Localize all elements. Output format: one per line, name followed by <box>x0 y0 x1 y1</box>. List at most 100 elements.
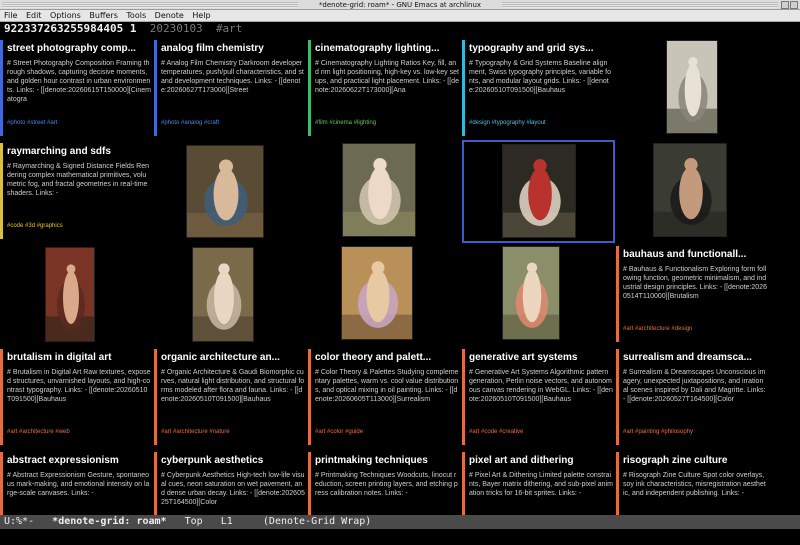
note-title[interactable]: abstract expressionism <box>7 454 151 467</box>
note-card[interactable]: risograph zine culture # Risograph Zine C… <box>616 449 769 515</box>
note-color-bar <box>154 349 157 445</box>
note-title[interactable]: raymarching and sdfs <box>7 145 151 158</box>
note-card[interactable]: brutalism in digital art # Brutalism in D… <box>0 346 153 449</box>
note-title[interactable]: bauhaus and functionall... <box>623 248 767 261</box>
note-tags[interactable]: #art #code #creative <box>469 428 613 437</box>
note-card[interactable]: printmaking techniques # Printmaking Tech… <box>308 449 461 515</box>
painting-thumbnail[interactable] <box>666 40 718 134</box>
note-title[interactable]: risograph zine culture <box>623 454 767 467</box>
image-tile[interactable] <box>308 140 461 243</box>
note-title[interactable]: surrealism and dreamsca... <box>623 351 767 364</box>
note-title[interactable]: brutalism in digital art <box>7 351 151 364</box>
note-title[interactable]: street photography comp... <box>7 42 151 55</box>
painting-image <box>187 146 263 237</box>
image-tile[interactable] <box>154 243 307 346</box>
painting-thumbnail[interactable] <box>341 246 413 340</box>
note-title[interactable]: color theory and palett... <box>315 351 459 364</box>
note-card[interactable]: color theory and palett... # Color Theory… <box>308 346 461 449</box>
image-tile[interactable] <box>0 243 153 346</box>
menu-denote[interactable]: Denote <box>155 11 184 20</box>
note-color-bar <box>462 452 465 515</box>
modeline-status: U:%*- <box>4 516 35 527</box>
note-tags[interactable]: #film #cinema #lighting <box>315 119 459 128</box>
painting-image <box>503 247 559 339</box>
painting-image <box>342 247 412 339</box>
menu-edit[interactable]: Edit <box>26 11 42 20</box>
note-title[interactable]: printmaking techniques <box>315 454 459 467</box>
menu-options[interactable]: Options <box>50 11 81 20</box>
note-card[interactable]: cyberpunk aesthetics # Cyberpunk Aestheti… <box>154 449 307 515</box>
note-excerpt: # Brutalism in Digital Art Raw textures,… <box>7 369 151 403</box>
note-card[interactable]: bauhaus and functionall... # Bauhaus & Fu… <box>616 243 769 346</box>
window-minimize-button[interactable] <box>781 1 789 9</box>
header-tag: #art <box>215 22 243 35</box>
note-excerpt: # Surrealism & Dreamscapes Unconscious i… <box>623 369 766 403</box>
note-card[interactable]: raymarching and sdfs # Raymarching & Sign… <box>0 140 153 243</box>
note-tags[interactable]: #design #typography #layout <box>469 119 613 128</box>
note-tags[interactable]: #code #3d #graphics <box>7 222 151 231</box>
note-card[interactable]: pixel art and dithering # Pixel Art & Dit… <box>462 449 615 515</box>
note-tags[interactable]: #art #painting #philosophy <box>623 428 767 437</box>
painting-thumbnail[interactable] <box>186 145 264 238</box>
note-title[interactable]: cyberpunk aesthetics <box>161 454 305 467</box>
modeline-buffer-name[interactable]: *denote-grid: roam* <box>52 516 166 527</box>
header-line: 922337263255984405 1 20230103 #art <box>0 22 800 36</box>
note-title[interactable]: generative art systems <box>469 351 613 364</box>
note-color-bar <box>0 143 3 239</box>
note-card[interactable]: abstract expressionism # Abstract Express… <box>0 449 153 515</box>
note-excerpt: # Typography & Grid Systems Baseline ali… <box>469 60 612 94</box>
note-card[interactable]: surrealism and dreamsca... # Surrealism &… <box>616 346 769 449</box>
note-card[interactable]: analog film chemistry # Analog Film Chemi… <box>154 37 307 140</box>
note-color-bar <box>616 349 619 445</box>
image-tile[interactable] <box>616 37 769 140</box>
painting-thumbnail[interactable] <box>502 144 576 238</box>
window-close-button[interactable] <box>790 1 798 9</box>
painting-image <box>46 248 94 341</box>
note-tags[interactable]: #art #architecture #nature <box>161 428 305 437</box>
note-title[interactable]: cinematography lighting... <box>315 42 459 55</box>
modeline-major-mode[interactable]: (Denote-Grid Wrap) <box>263 516 371 527</box>
note-tags[interactable]: #photo #analog #craft <box>161 119 305 128</box>
minibuffer[interactable] <box>0 529 800 545</box>
note-title[interactable]: typography and grid sys... <box>469 42 613 55</box>
note-title[interactable]: pixel art and dithering <box>469 454 613 467</box>
note-card[interactable]: typography and grid sys... # Typography &… <box>462 37 615 140</box>
note-tags[interactable]: #art #architecture #design <box>623 325 767 334</box>
note-card[interactable]: organic architecture an... # Organic Arch… <box>154 346 307 449</box>
image-tile[interactable] <box>308 243 461 346</box>
image-tile[interactable] <box>616 140 769 243</box>
note-title[interactable]: organic architecture an... <box>161 351 305 364</box>
note-excerpt: # Raymarching & Signed Distance Fields R… <box>7 163 150 197</box>
painting-thumbnail[interactable] <box>45 247 95 342</box>
note-excerpt: # Cyberpunk Aesthetics High-tech low-lif… <box>161 472 305 506</box>
image-tile[interactable] <box>154 140 307 243</box>
header-note-id: 922337263255984405 1 <box>4 22 137 35</box>
menu-tools[interactable]: Tools <box>126 11 146 20</box>
menu-file[interactable]: File <box>4 11 17 20</box>
painting-thumbnail[interactable] <box>342 143 416 237</box>
modeline-line: L1 <box>220 516 233 527</box>
painting-thumbnail[interactable] <box>653 143 727 237</box>
painting-thumbnail[interactable] <box>192 247 254 342</box>
note-tags[interactable]: #art #color #guide <box>315 428 459 437</box>
note-color-bar <box>308 452 311 515</box>
modeline-position: Top <box>184 516 203 527</box>
painting-image <box>654 144 726 236</box>
image-tile[interactable] <box>462 243 615 346</box>
menu-help[interactable]: Help <box>192 11 210 20</box>
note-color-bar <box>0 40 3 136</box>
note-tags[interactable]: #art #architecture #web <box>7 428 151 437</box>
painting-thumbnail[interactable] <box>502 246 560 340</box>
note-excerpt: # Generative Art Systems Algorithmic pat… <box>469 369 613 403</box>
menu-buffers[interactable]: Buffers <box>89 11 117 20</box>
note-card[interactable]: generative art systems # Generative Art S… <box>462 346 615 449</box>
note-card[interactable]: street photography comp... # Street Photo… <box>0 37 153 140</box>
note-card[interactable]: cinematography lighting... # Cinematograp… <box>308 37 461 140</box>
note-title[interactable]: analog film chemistry <box>161 42 305 55</box>
note-color-bar <box>616 452 619 515</box>
note-color-bar <box>308 40 311 136</box>
note-excerpt: # Abstract Expressionism Gesture, sponta… <box>7 472 150 497</box>
window-titlebar[interactable]: *denote-grid: roam* - GNU Emacs at archl… <box>0 0 800 10</box>
selected-image-tile[interactable] <box>462 140 615 243</box>
note-tags[interactable]: #photo #street #art <box>7 119 151 128</box>
